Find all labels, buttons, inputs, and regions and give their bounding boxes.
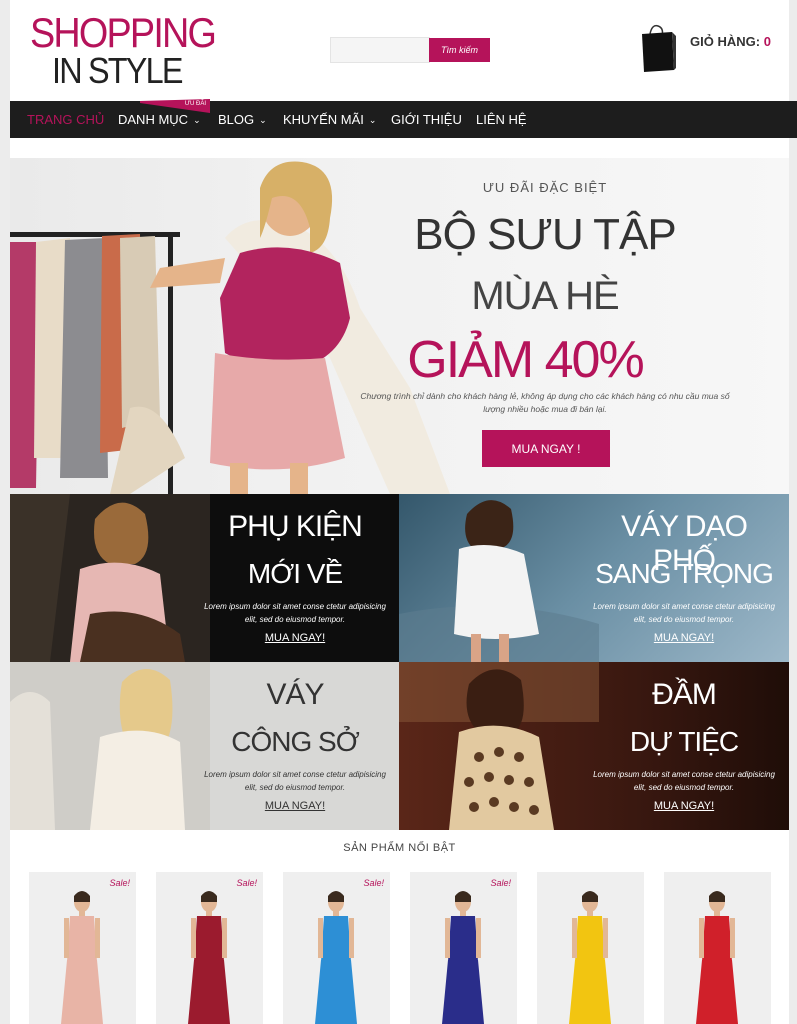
tile-street-dress[interactable]: VÁY DẠO PHỐ SANG TRỌNG Lorem ipsum dolor… bbox=[399, 494, 789, 662]
product-card[interactable] bbox=[664, 872, 771, 1024]
tile-office-dress[interactable]: VÁY CÔNG SỞ Lorem ipsum dolor sit amet c… bbox=[10, 662, 400, 830]
product-image bbox=[696, 891, 738, 1024]
chevron-down-icon: ⌄ bbox=[368, 115, 377, 125]
tile-description: Lorem ipsum dolor sit amet conse ctetur … bbox=[204, 770, 386, 792]
hero-description: Chương trình chỉ dành cho khách hàng lẻ,… bbox=[360, 391, 730, 414]
nav-item-about[interactable]: GIỚI THIỆU bbox=[391, 101, 462, 138]
product-card[interactable]: Sale! bbox=[283, 872, 390, 1024]
nav-label: GIỚI THIỆU bbox=[391, 112, 462, 127]
tile-shop-now-link[interactable]: MUA NGAY! bbox=[589, 632, 779, 644]
logo-line2: IN STYLE bbox=[52, 50, 183, 91]
product-card[interactable]: Sale! bbox=[410, 872, 517, 1024]
product-card[interactable] bbox=[537, 872, 644, 1024]
product-image bbox=[188, 891, 230, 1024]
sale-badge: Sale! bbox=[236, 878, 257, 888]
sale-badge: Sale! bbox=[490, 878, 511, 888]
hero-title-line2: MÙA HÈ bbox=[471, 274, 619, 318]
logo-line1: SHOPPING bbox=[30, 9, 217, 56]
hero-image bbox=[10, 161, 450, 494]
product-card[interactable]: Sale! bbox=[29, 872, 136, 1024]
tile-shop-now-link[interactable]: MUA NGAY! bbox=[200, 800, 390, 812]
featured-products-heading: SẢN PHẨM NỔI BẬT bbox=[343, 842, 456, 854]
search-button[interactable]: Tìm kiếm bbox=[429, 38, 490, 62]
product-card[interactable]: Sale! bbox=[156, 872, 263, 1024]
tile-image bbox=[399, 500, 599, 662]
page: SHOPPING IN STYLE Tìm kiếm GIỎ HÀNG: 0 T… bbox=[10, 0, 797, 1024]
tile-title-line1: PHỤ KIỆN bbox=[228, 510, 363, 543]
tile-shop-now-link[interactable]: MUA NGAY! bbox=[589, 800, 779, 812]
sale-badge: Sale! bbox=[109, 878, 130, 888]
tile-accessories[interactable]: PHỤ KIỆN MỚI VỀ Lorem ipsum dolor sit am… bbox=[10, 494, 400, 662]
tile-party-dress[interactable]: ĐẦM DỰ TIỆC Lorem ipsum dolor sit amet c… bbox=[399, 662, 789, 830]
chevron-down-icon: ⌄ bbox=[193, 115, 201, 125]
tile-title-line2: DỰ TIỆC bbox=[629, 726, 739, 757]
hero-tagline: ƯU ĐÃI ĐẶC BIỆT bbox=[482, 180, 608, 195]
tile-image bbox=[399, 662, 599, 830]
nav-item-home[interactable]: TRANG CHỦ bbox=[27, 101, 104, 138]
nav-label: KHUYẾN MÃI bbox=[283, 112, 364, 127]
tile-title-line2: MỚI VỀ bbox=[247, 558, 343, 589]
hero-shop-now-button[interactable]: MUA NGAY ! bbox=[482, 430, 610, 467]
hero-title-line1: BỘ SƯU TẬP bbox=[414, 210, 677, 259]
sale-badge: Sale! bbox=[363, 878, 384, 888]
tile-image bbox=[10, 494, 210, 662]
tile-title-line1: VÁY bbox=[266, 678, 324, 711]
nav-label: TRANG CHỦ bbox=[27, 112, 105, 127]
tile-title-line2: SANG TRỌNG bbox=[595, 558, 774, 589]
cart-label: GIỎ HÀNG: bbox=[690, 34, 761, 49]
tile-title-line2: CÔNG SỞ bbox=[231, 726, 359, 757]
nav-label: BLOG bbox=[218, 112, 255, 127]
shopping-bag-icon[interactable] bbox=[638, 24, 678, 72]
tile-description: Lorem ipsum dolor sit amet conse ctetur … bbox=[593, 770, 775, 792]
search-input[interactable] bbox=[330, 37, 430, 63]
cart-summary[interactable]: GIỎ HÀNG: 0 bbox=[690, 34, 771, 49]
tile-title-line1: ĐẦM bbox=[652, 678, 717, 711]
hero-banner: ƯU ĐÃI ĐẶC BIỆT BỘ SƯU TẬP MÙA HÈ GIẢM 4… bbox=[10, 158, 789, 494]
tile-description: Lorem ipsum dolor sit amet conse ctetur … bbox=[204, 602, 386, 624]
promo-badge-label: ƯU ĐÃI bbox=[184, 101, 206, 107]
main-nav: TRANG CHỦ DANH MỤC ⌄ BLOG ⌄ KHUYẾN MÃI ⌄ GI… bbox=[10, 101, 797, 138]
product-image bbox=[61, 891, 103, 1024]
tile-description: Lorem ipsum dolor sit amet conse ctetur … bbox=[593, 602, 775, 624]
product-image bbox=[569, 891, 611, 1024]
nav-item-promotions[interactable]: KHUYẾN MÃI ⌄ bbox=[283, 101, 376, 138]
tile-shop-now-link[interactable]: MUA NGAY! bbox=[200, 632, 390, 644]
nav-label: LIÊN HỆ bbox=[476, 112, 527, 127]
nav-item-blog[interactable]: BLOG ⌄ bbox=[218, 101, 267, 138]
hero-discount: GIẢM 40% bbox=[407, 331, 644, 389]
cart-count: 0 bbox=[763, 34, 771, 49]
tile-image bbox=[10, 662, 210, 830]
product-image bbox=[442, 891, 484, 1024]
site-logo[interactable]: SHOPPING IN STYLE bbox=[30, 12, 230, 90]
nav-item-contact[interactable]: LIÊN HỆ bbox=[476, 101, 527, 138]
search-form: Tìm kiếm bbox=[330, 37, 490, 63]
chevron-down-icon: ⌄ bbox=[259, 115, 267, 125]
promo-badge: ƯU ĐÃI bbox=[140, 99, 210, 115]
product-image bbox=[315, 891, 357, 1024]
